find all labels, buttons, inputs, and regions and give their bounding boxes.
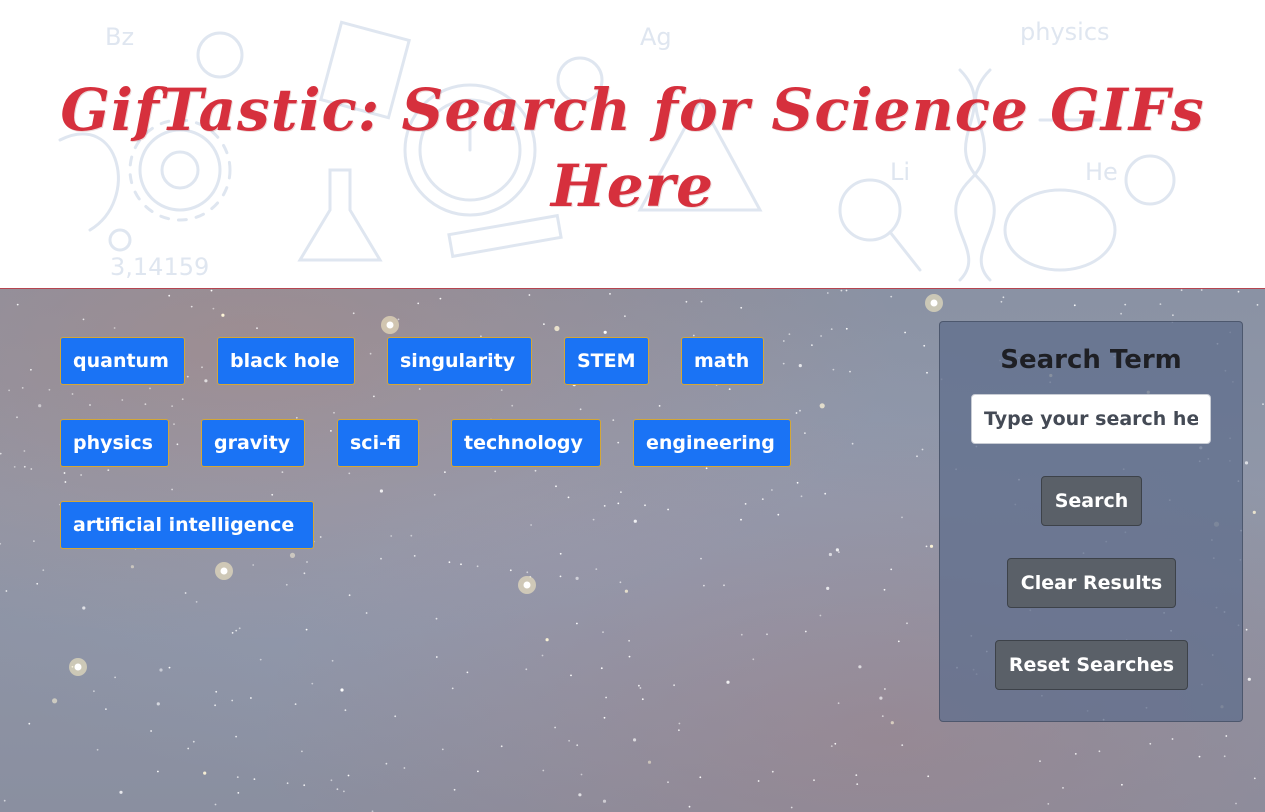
star bbox=[1198, 755, 1201, 758]
clear-results-button[interactable]: Clear Results bbox=[1007, 558, 1176, 608]
star bbox=[1237, 290, 1240, 293]
topic-button-technology[interactable]: technology bbox=[451, 419, 601, 467]
star bbox=[1062, 787, 1064, 789]
star bbox=[1253, 777, 1256, 780]
star bbox=[1225, 735, 1228, 737]
star bbox=[1223, 755, 1226, 758]
page-title-line-1: GifTastic: Search for Science GIFs bbox=[60, 76, 1205, 144]
topic-button-engineering[interactable]: engineering bbox=[633, 419, 791, 467]
page-header: Bz physics 3,14159 Ag He Li GifTastic: S… bbox=[0, 0, 1265, 289]
topic-button-gravity[interactable]: gravity bbox=[201, 419, 305, 467]
topic-button-sci-fi[interactable]: sci-fi bbox=[337, 419, 419, 467]
star bbox=[1121, 783, 1123, 786]
search-panel-title: Search Term bbox=[1000, 345, 1182, 375]
star bbox=[916, 455, 918, 458]
star bbox=[1000, 300, 1003, 303]
star bbox=[926, 371, 928, 374]
search-button[interactable]: Search bbox=[1041, 476, 1142, 526]
star bbox=[906, 622, 908, 625]
svg-text:physics: physics bbox=[1020, 18, 1110, 46]
topic-button-list: quantum black hole singularity STEM math… bbox=[0, 289, 900, 812]
star bbox=[929, 544, 934, 548]
star bbox=[1124, 303, 1127, 306]
svg-text:Bz: Bz bbox=[105, 23, 134, 51]
topic-button-stem[interactable]: STEM bbox=[564, 337, 649, 385]
topic-button-quantum[interactable]: quantum bbox=[60, 337, 185, 385]
star bbox=[1200, 289, 1203, 291]
topic-button-artificial-intelligence[interactable]: artificial intelligence bbox=[60, 501, 314, 549]
topic-button-math[interactable]: math bbox=[681, 337, 764, 385]
star bbox=[1262, 403, 1264, 405]
star bbox=[1245, 628, 1248, 631]
bright-star-core bbox=[930, 299, 938, 307]
star bbox=[1047, 803, 1050, 805]
star bbox=[925, 545, 928, 548]
star bbox=[1252, 510, 1256, 514]
topic-button-singularity[interactable]: singularity bbox=[387, 337, 532, 385]
star bbox=[1247, 677, 1251, 681]
page-title: GifTastic: Search for Science GIFs Here bbox=[0, 72, 1265, 224]
star bbox=[1180, 289, 1183, 292]
star bbox=[1244, 461, 1249, 465]
star bbox=[1073, 304, 1076, 307]
star bbox=[1074, 753, 1077, 755]
space-background: quantum black hole singularity STEM math… bbox=[0, 289, 1265, 812]
star bbox=[923, 344, 926, 347]
reset-searches-button[interactable]: Reset Searches bbox=[995, 640, 1188, 690]
search-input[interactable] bbox=[971, 394, 1211, 444]
star bbox=[927, 775, 930, 778]
star bbox=[1159, 303, 1162, 305]
star bbox=[1098, 750, 1101, 753]
star bbox=[1256, 304, 1259, 306]
star bbox=[1172, 314, 1174, 317]
star bbox=[901, 744, 904, 746]
star bbox=[904, 331, 906, 334]
star bbox=[901, 516, 903, 519]
star bbox=[1235, 802, 1237, 805]
star bbox=[1171, 738, 1174, 740]
star bbox=[1120, 312, 1122, 315]
svg-text:Ag: Ag bbox=[640, 23, 672, 51]
search-panel: Search Term Search Clear Results Reset S… bbox=[939, 321, 1243, 722]
star bbox=[1002, 296, 1005, 299]
svg-text:3,14159: 3,14159 bbox=[110, 253, 209, 281]
star bbox=[921, 448, 924, 451]
star bbox=[1039, 760, 1041, 763]
topic-button-black-hole[interactable]: black hole bbox=[217, 337, 355, 385]
page-title-line-2: Here bbox=[550, 152, 715, 220]
topic-button-physics[interactable]: physics bbox=[60, 419, 169, 467]
star bbox=[1149, 742, 1152, 745]
